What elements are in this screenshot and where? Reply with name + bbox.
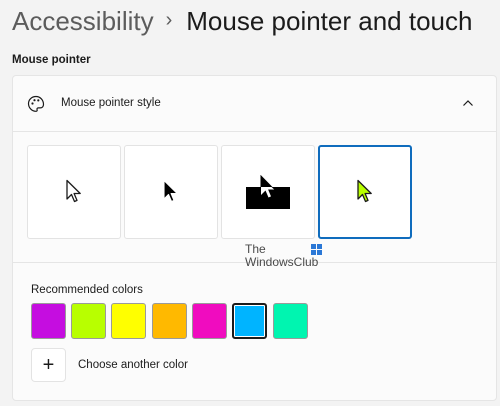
mouse-pointer-style-card: Mouse pointer style — [12, 75, 497, 401]
choose-another-color-button[interactable]: + — [31, 348, 66, 382]
white-cursor-icon — [66, 179, 81, 203]
recommended-colors-label: Recommended colors — [31, 284, 143, 296]
color-swatch-pink[interactable] — [192, 303, 227, 339]
plus-icon: + — [42, 354, 55, 376]
inverted-cursor-icon — [246, 175, 290, 209]
color-swatch-orange[interactable] — [152, 303, 187, 339]
choose-another-color-label: Choose another color — [78, 359, 188, 371]
pointer-style-custom-option[interactable] — [318, 145, 412, 239]
watermark-line-2: WindowsClub — [245, 255, 319, 269]
page-title: Mouse pointer and touch — [186, 6, 473, 36]
mouse-pointer-style-label: Mouse pointer style — [61, 97, 161, 109]
breadcrumb-accessibility-link[interactable]: Accessibility — [12, 4, 154, 38]
section-title: Mouse pointer — [12, 54, 91, 66]
color-swatch-lime[interactable] — [71, 303, 106, 339]
pointer-style-inverted-option[interactable] — [221, 145, 315, 239]
black-cursor-icon — [163, 179, 178, 203]
color-swatch-teal[interactable] — [273, 303, 308, 339]
color-swatch-yellow[interactable] — [111, 303, 146, 339]
mouse-pointer-style-expander[interactable]: Mouse pointer style — [13, 76, 496, 132]
windows-logo-icon — [311, 244, 322, 255]
palette-icon — [27, 95, 45, 112]
breadcrumb: Accessibility › Mouse pointer and touch — [12, 4, 472, 38]
custom-color-cursor-icon — [357, 179, 372, 203]
watermark: The WindowsClub — [245, 243, 322, 269]
color-swatch-purple[interactable] — [31, 303, 66, 339]
chevron-up-icon[interactable] — [462, 98, 474, 108]
pointer-style-white-option[interactable] — [27, 145, 121, 239]
chevron-right-icon: › — [165, 9, 173, 31]
pointer-style-black-option[interactable] — [124, 145, 218, 239]
color-swatch-blue[interactable] — [232, 303, 267, 339]
